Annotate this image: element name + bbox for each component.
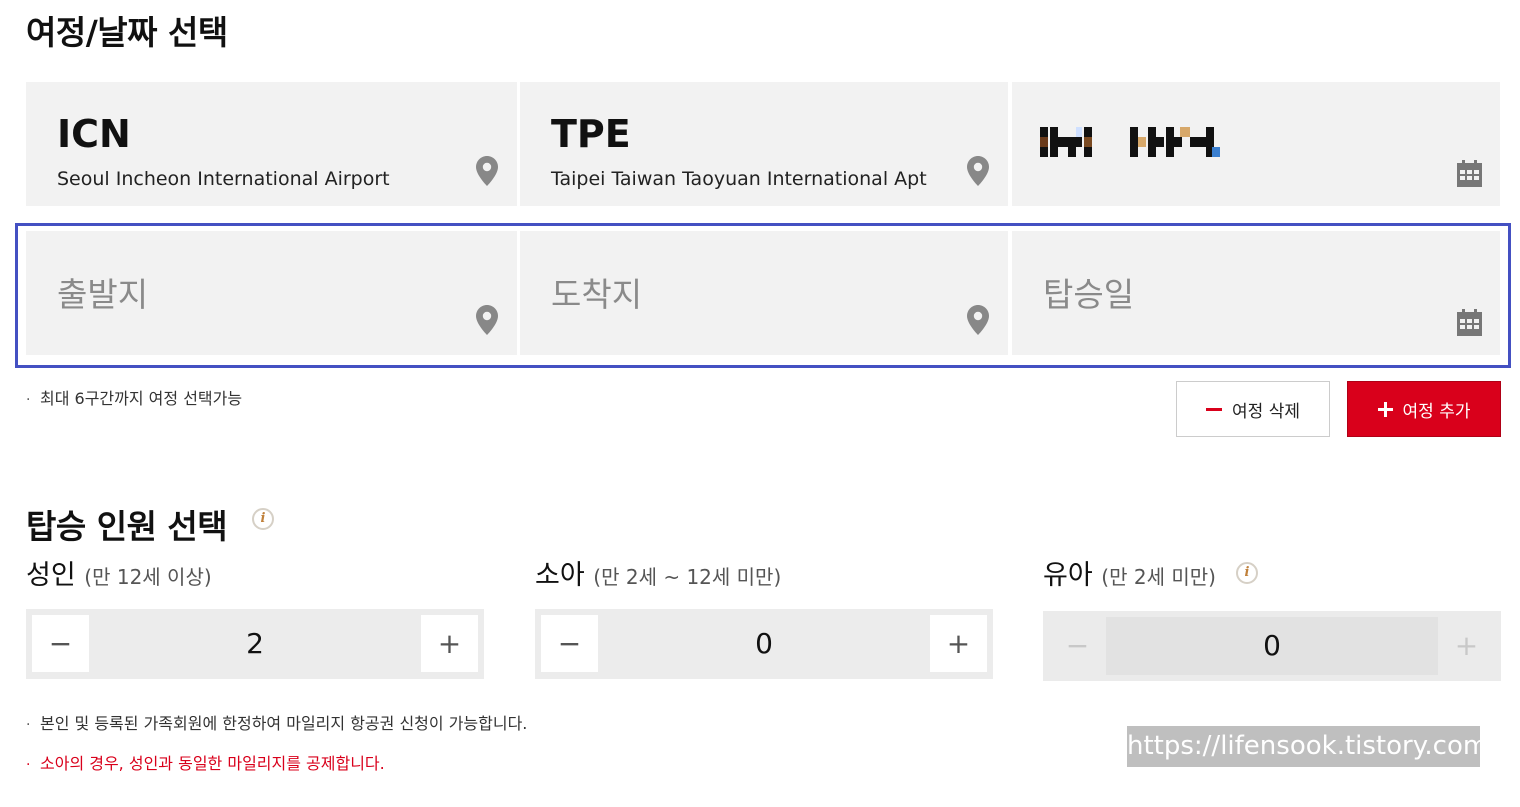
passenger-note-1: · 본인 및 등록된 가족회원에 한정하여 마일리지 항공권 신청이 가능합니다.: [26, 714, 528, 733]
watermark: https://lifensook.tistory.com: [1127, 726, 1488, 767]
infant-increment-button[interactable]: +: [1438, 617, 1495, 674]
child-title: 소아 (만 2세 ~ 12세 미만): [535, 553, 781, 592]
date-placeholder: 탑승일: [1043, 275, 1135, 314]
origin-code: ICN: [57, 112, 131, 156]
location-pin-icon: [967, 156, 989, 186]
calendar-icon: [1457, 160, 1482, 187]
add-segment-button[interactable]: 여정 추가: [1347, 381, 1501, 437]
child-label: 소아: [535, 560, 585, 591]
segment1-date[interactable]: [1012, 82, 1500, 206]
minus-icon: [1206, 407, 1223, 411]
infant-count: 0: [1106, 617, 1438, 675]
location-pin-icon: [476, 305, 498, 335]
adult-title: 성인 (만 12세 이상): [26, 553, 212, 592]
adult-age-range: (만 12세 이상): [84, 565, 212, 589]
adult-decrement-button[interactable]: −: [32, 615, 89, 672]
infant-decrement-button[interactable]: −: [1049, 617, 1106, 674]
adult-count: 2: [246, 627, 264, 660]
origin-airport-name: Seoul Incheon International Airport: [57, 168, 390, 190]
child-age-range: (만 2세 ~ 12세 미만): [593, 565, 782, 589]
segment2-origin[interactable]: 출발지: [26, 231, 517, 355]
passengers-title: 탑승 인원 선택: [26, 507, 228, 546]
segment2-destination[interactable]: 도착지: [520, 231, 1008, 355]
segment2-date[interactable]: 탑승일: [1012, 231, 1500, 355]
adult-stepper: − 2 +: [26, 609, 484, 679]
redacted-date-mosaic: [1040, 127, 1220, 157]
add-segment-label: 여정 추가: [1402, 401, 1471, 422]
segment1-origin[interactable]: ICN Seoul Incheon International Airport: [26, 82, 517, 206]
calendar-icon: [1457, 309, 1482, 336]
infant-label: 유아: [1043, 560, 1093, 591]
itinerary-note: · 최대 6구간까지 여정 선택가능: [26, 389, 243, 408]
location-pin-icon: [476, 156, 498, 186]
adult-increment-button[interactable]: +: [421, 615, 478, 672]
plus-icon: [1377, 401, 1393, 417]
delete-segment-button[interactable]: 여정 삭제: [1176, 381, 1330, 437]
info-icon[interactable]: i: [252, 508, 274, 530]
location-pin-icon: [967, 305, 989, 335]
passenger-note-2: · 소아의 경우, 성인과 동일한 마일리지를 공제합니다.: [26, 754, 385, 773]
infant-stepper: − 0 +: [1043, 611, 1501, 681]
child-stepper: − 0 +: [535, 609, 993, 679]
child-increment-button[interactable]: +: [930, 615, 987, 672]
child-count: 0: [755, 627, 773, 660]
destination-airport-name: Taipei Taiwan Taoyuan International Apt: [551, 168, 927, 190]
segment1-destination[interactable]: TPE Taipei Taiwan Taoyuan International …: [520, 82, 1008, 206]
child-decrement-button[interactable]: −: [541, 615, 598, 672]
infant-age-range: (만 2세 미만): [1101, 565, 1216, 589]
adult-label: 성인: [26, 560, 76, 591]
itinerary-title: 여정/날짜 선택: [26, 13, 228, 52]
destination-placeholder: 도착지: [551, 275, 643, 314]
destination-code: TPE: [551, 112, 631, 156]
origin-placeholder: 출발지: [57, 275, 149, 314]
infant-title: 유아 (만 2세 미만): [1043, 553, 1216, 592]
infant-info-icon[interactable]: i: [1236, 562, 1258, 584]
delete-segment-label: 여정 삭제: [1232, 401, 1300, 422]
